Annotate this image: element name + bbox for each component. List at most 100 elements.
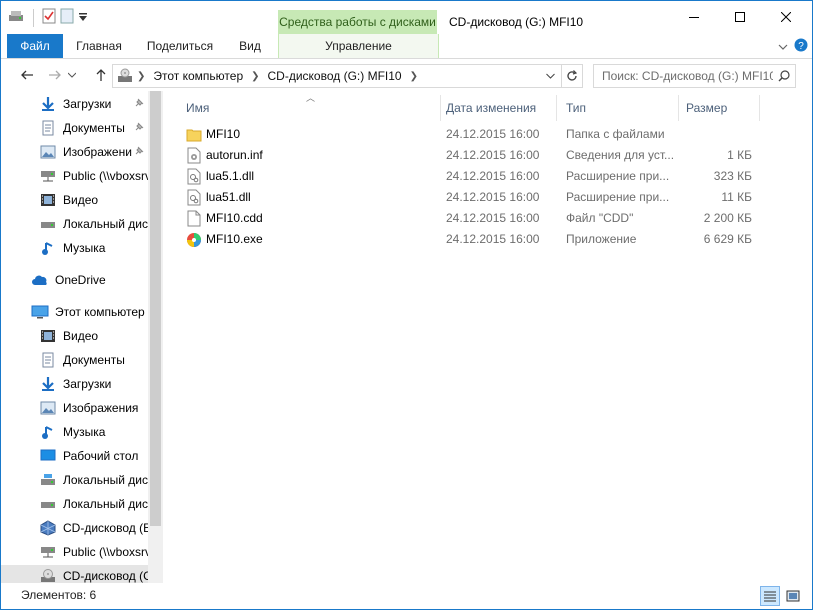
network-drive-icon [39,544,57,560]
nav-item-downloads[interactable]: Загрузки [1,373,163,395]
recent-locations-button[interactable] [67,67,77,83]
nav-item-video[interactable]: Видео [1,189,163,211]
drive-icon[interactable] [7,8,25,27]
nav-item-public-share[interactable]: Public (\\vboxsrv [1,541,163,563]
cd-drive-icon [39,568,57,583]
nav-item-label: Загрузки [63,97,112,111]
sort-ascending-icon: ︿ [306,93,316,103]
nav-item-public-share[interactable]: Public (\\vboxsrv [1,165,163,187]
search-icon[interactable] [773,70,795,82]
svg-text:?: ? [798,41,804,52]
nav-item-local-disk[interactable]: Локальный дис [1,469,163,491]
explorer-window: Средства работы с дисками CD-дисковод (G… [0,0,813,610]
music-icon [39,240,57,256]
window-title: CD-дисковод (G:) MFI10 [449,15,584,29]
file-list: ︿ Имя Дата изменения Тип Размер MFI10 24… [164,91,812,583]
nav-item-documents[interactable]: Документы [1,117,163,139]
file-row[interactable]: autorun.inf 24.12.2015 16:00 Сведения дл… [180,145,780,166]
pin-icon[interactable] [133,145,145,157]
file-size: 1 КБ [727,148,752,162]
column-divider[interactable] [556,95,557,121]
file-row[interactable]: MFI10 24.12.2015 16:00 Папка с файлами [180,124,780,145]
search-input[interactable]: Поиск: CD-дисковод (G:) MFI10 [594,69,773,83]
column-divider[interactable] [759,95,760,121]
nav-item-pictures[interactable]: Изображения [1,397,163,419]
column-divider[interactable] [678,95,679,121]
nav-item-cd-drive-e[interactable]: CD-дисковод (E [1,517,163,539]
nav-item-local-disk[interactable]: Локальный дис [1,493,163,515]
nav-item-label: Документы [63,353,125,367]
file-size: 323 КБ [713,169,752,183]
breadcrumb-this-pc[interactable]: Этот компьютер [153,69,243,83]
back-arrow-icon [21,70,33,80]
search-box[interactable]: Поиск: CD-дисковод (G:) MFI10 [593,64,796,88]
nav-item-label: Видео [63,193,99,207]
file-row[interactable]: MFI10.cdd 24.12.2015 16:00 Файл "CDD" 2 … [180,208,780,229]
nav-item-local-disk[interactable]: Локальный дис [1,213,163,235]
pictures-icon [39,144,57,160]
nav-item-music[interactable]: Музыка [1,421,163,443]
nav-item-onedrive[interactable]: OneDrive [1,269,163,291]
expand-ribbon-icon[interactable] [778,40,788,54]
customize-qat-icon[interactable] [78,11,88,25]
file-date: 24.12.2015 16:00 [446,148,540,162]
nav-item-desktop[interactable]: Рабочий стол [1,445,163,467]
file-date: 24.12.2015 16:00 [446,211,540,225]
column-header-type[interactable]: Тип [566,95,586,121]
column-header-date[interactable]: Дата изменения [446,95,536,121]
forward-arrow-icon [49,70,61,80]
nav-item-video[interactable]: Видео [1,325,163,347]
music-icon [39,424,57,440]
breadcrumb-cd-drive[interactable]: CD-дисковод (G:) MFI10 [268,69,402,83]
file-row[interactable]: MFI10.exe 24.12.2015 16:00 Приложение 6 … [180,229,780,250]
close-icon [781,12,791,22]
nav-pane-scrollbar[interactable] [148,91,163,583]
pin-icon[interactable] [133,121,145,133]
nav-item-label: Рабочий стол [63,449,139,463]
column-header-name[interactable]: Имя [186,95,209,121]
up-button[interactable] [91,67,111,83]
tab-home[interactable]: Главная [65,34,133,58]
help-icon[interactable]: ? [794,38,808,55]
nav-item-pictures[interactable]: Изображени [1,141,163,163]
back-button[interactable] [17,67,37,83]
nav-item-this-pc[interactable]: Этот компьютер [1,301,163,323]
pin-icon[interactable] [133,97,145,109]
tab-share[interactable]: Поделиться [137,34,223,58]
tab-view[interactable]: Вид [227,34,273,58]
chevron-down-icon [545,73,555,79]
nav-item-downloads[interactable]: Загрузки [1,93,163,115]
close-button[interactable] [763,1,809,33]
nav-item-cd-drive-g[interactable]: CD-дисковод (G [1,565,149,583]
nav-item-music[interactable]: Музыка [1,237,163,259]
details-view-button[interactable] [760,586,780,606]
large-icons-view-icon [786,590,800,602]
address-bar[interactable]: ❯ Этот компьютер ❯ CD-дисковод (G:) MFI1… [112,64,583,88]
file-row[interactable]: lua51.dll 24.12.2015 16:00 Расширение пр… [180,187,780,208]
address-history-button[interactable] [540,65,560,87]
minimize-button[interactable] [671,1,717,33]
context-tab-group: Средства работы с дисками [278,10,437,34]
column-header-size[interactable]: Размер [686,95,727,121]
large-icons-view-button[interactable] [783,586,803,606]
column-divider[interactable] [440,95,441,121]
new-folder-icon[interactable] [60,8,74,27]
video-icon [39,192,57,208]
tab-manage[interactable]: Управление [278,34,439,58]
breadcrumb-separator-icon: ❯ [137,70,146,82]
details-view-icon [764,591,776,602]
ribbon-tabs: Файл Главная Поделиться Вид Управление ? [1,34,812,59]
tab-file[interactable]: Файл [7,34,63,58]
nav-item-documents[interactable]: Документы [1,349,163,371]
scrollbar-thumb[interactable] [150,91,161,526]
file-row[interactable]: lua5.1.dll 24.12.2015 16:00 Расширение п… [180,166,780,187]
pictures-icon [39,400,57,416]
forward-button[interactable] [45,67,65,83]
desktop-icon [39,448,57,464]
navigation-row: ❯ Этот компьютер ❯ CD-дисковод (G:) MFI1… [1,59,812,91]
file-name: autorun.inf [206,148,263,162]
properties-icon[interactable] [42,8,56,27]
maximize-button[interactable] [717,1,763,33]
refresh-button[interactable] [561,65,582,87]
local-disk-icon [39,216,57,232]
